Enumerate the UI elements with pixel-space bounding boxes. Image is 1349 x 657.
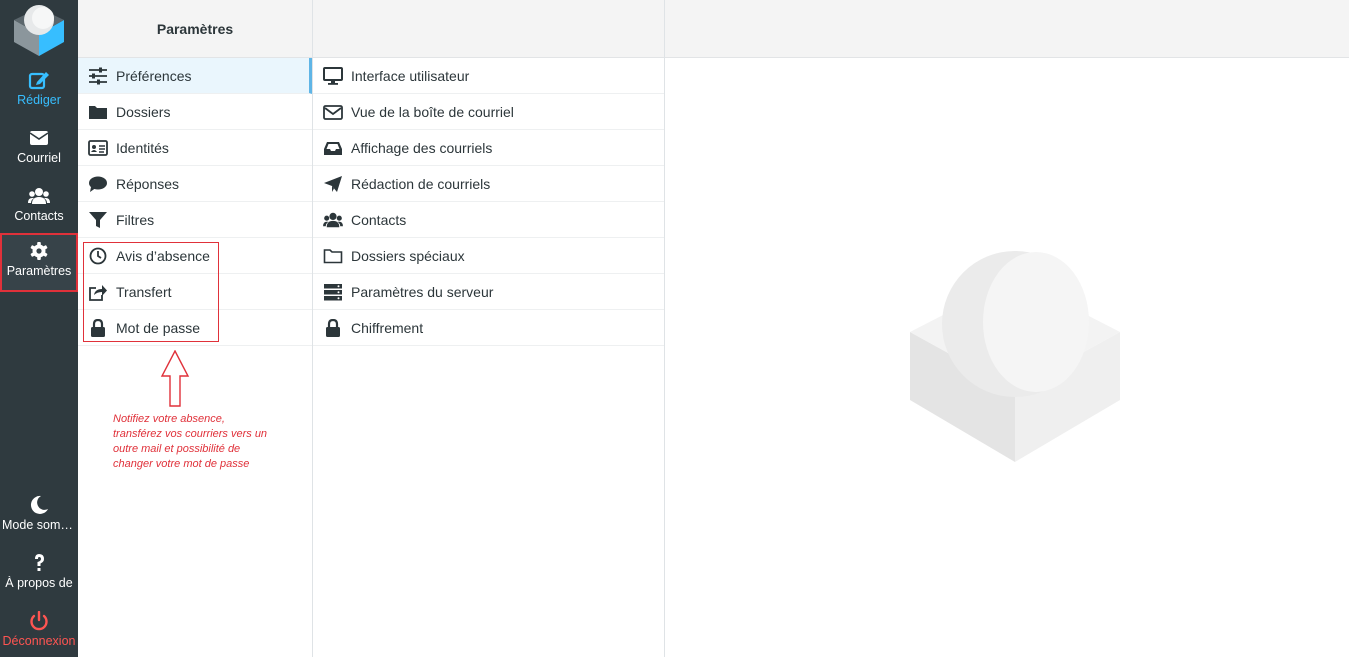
preferences-header <box>313 0 664 58</box>
nav-contacts[interactable]: Contacts <box>0 178 78 234</box>
nav-compose-label: Rédiger <box>17 93 61 107</box>
main-nav: Rédiger Courriel Contacts Paramètres Mod… <box>0 0 78 657</box>
annotation-highlight-box <box>83 242 219 342</box>
settings-item-responses[interactable]: Réponses <box>78 166 312 202</box>
compose-icon <box>28 72 49 90</box>
settings-item-folders[interactable]: Dossiers <box>78 94 312 130</box>
app: Rédiger Courriel Contacts Paramètres Mod… <box>0 0 1349 657</box>
pref-item-label: Paramètres du serveur <box>351 283 494 300</box>
settings-item-identities[interactable]: Identités <box>78 130 312 166</box>
gear-icon <box>30 242 48 260</box>
nav-dark-mode-label: Mode sombre <box>2 518 78 532</box>
monitor-icon <box>323 66 343 85</box>
pref-item-special-folders[interactable]: Dossiers spéciaux <box>313 238 664 274</box>
folder-icon <box>89 105 107 119</box>
annotation-arrow-up-icon <box>160 350 190 407</box>
envelope-outline-icon <box>323 104 343 120</box>
settings-item-label: Filtres <box>116 211 155 228</box>
filter-icon <box>89 211 107 228</box>
pref-item-label: Dossiers spéciaux <box>351 247 465 264</box>
nav-settings-label: Paramètres <box>6 264 72 278</box>
nav-settings[interactable]: Paramètres <box>0 233 78 292</box>
content-header <box>665 0 1349 58</box>
settings-item-filters[interactable]: Filtres <box>78 202 312 238</box>
pref-item-mailbox-view[interactable]: Vue de la boîte de courriel <box>313 94 664 130</box>
power-icon <box>30 611 48 631</box>
nav-compose[interactable]: Rédiger <box>0 62 78 118</box>
nav-mail-label: Courriel <box>17 151 61 165</box>
nav-dark-mode[interactable]: Mode sombre <box>0 487 78 543</box>
pref-item-message-display[interactable]: Affichage des courriels <box>313 130 664 166</box>
roundcube-logo-icon[interactable] <box>10 2 68 58</box>
settings-item-preferences[interactable]: Préférences <box>78 58 312 94</box>
envelope-icon <box>29 131 49 145</box>
server-icon <box>324 283 342 300</box>
pref-item-label: Interface utilisateur <box>351 67 470 84</box>
users-icon <box>323 212 343 227</box>
nav-contacts-label: Contacts <box>14 209 64 223</box>
pref-item-encryption[interactable]: Chiffrement <box>313 310 664 346</box>
nav-about-label: À propos de <box>5 576 73 590</box>
pref-item-composing[interactable]: Rédaction de courriels <box>313 166 664 202</box>
pref-item-label: Vue de la boîte de courriel <box>351 103 514 120</box>
preferences-panel: Interface utilisateur Vue de la boîte de… <box>313 0 665 657</box>
inbox-icon <box>324 141 342 155</box>
pref-item-label: Chiffrement <box>351 319 424 336</box>
nav-about[interactable]: À propos de <box>0 545 78 601</box>
settings-item-label: Identités <box>116 139 169 156</box>
pref-item-label: Affichage des courriels <box>351 139 493 156</box>
settings-item-label: Réponses <box>116 175 180 192</box>
folder-outline-icon <box>323 248 343 263</box>
settings-item-label: Préférences <box>116 67 192 84</box>
pref-item-server-settings[interactable]: Paramètres du serveur <box>313 274 664 310</box>
users-icon <box>28 188 50 204</box>
nav-mail[interactable]: Courriel <box>0 120 78 176</box>
settings-item-label: Dossiers <box>116 103 171 120</box>
nav-logout-label: Déconnexion <box>2 634 76 648</box>
pref-item-label: Contacts <box>351 211 407 228</box>
paper-plane-icon <box>324 175 342 192</box>
content-frame <box>665 0 1349 657</box>
roundcube-watermark-icon <box>910 251 1120 462</box>
pref-item-label: Rédaction de courriels <box>351 175 491 192</box>
settings-title: Paramètres <box>78 0 312 58</box>
question-icon <box>35 554 44 571</box>
pref-item-contacts[interactable]: Contacts <box>313 202 664 238</box>
pref-item-ui[interactable]: Interface utilisateur <box>313 58 664 94</box>
nav-logout[interactable]: Déconnexion <box>0 603 78 657</box>
id-card-icon <box>88 139 108 156</box>
sliders-icon <box>89 67 107 84</box>
moon-icon <box>30 495 48 514</box>
lock-icon <box>326 318 340 337</box>
annotation-note: Notifiez votre absence, transférez vos c… <box>113 413 268 470</box>
comment-icon <box>89 176 107 192</box>
